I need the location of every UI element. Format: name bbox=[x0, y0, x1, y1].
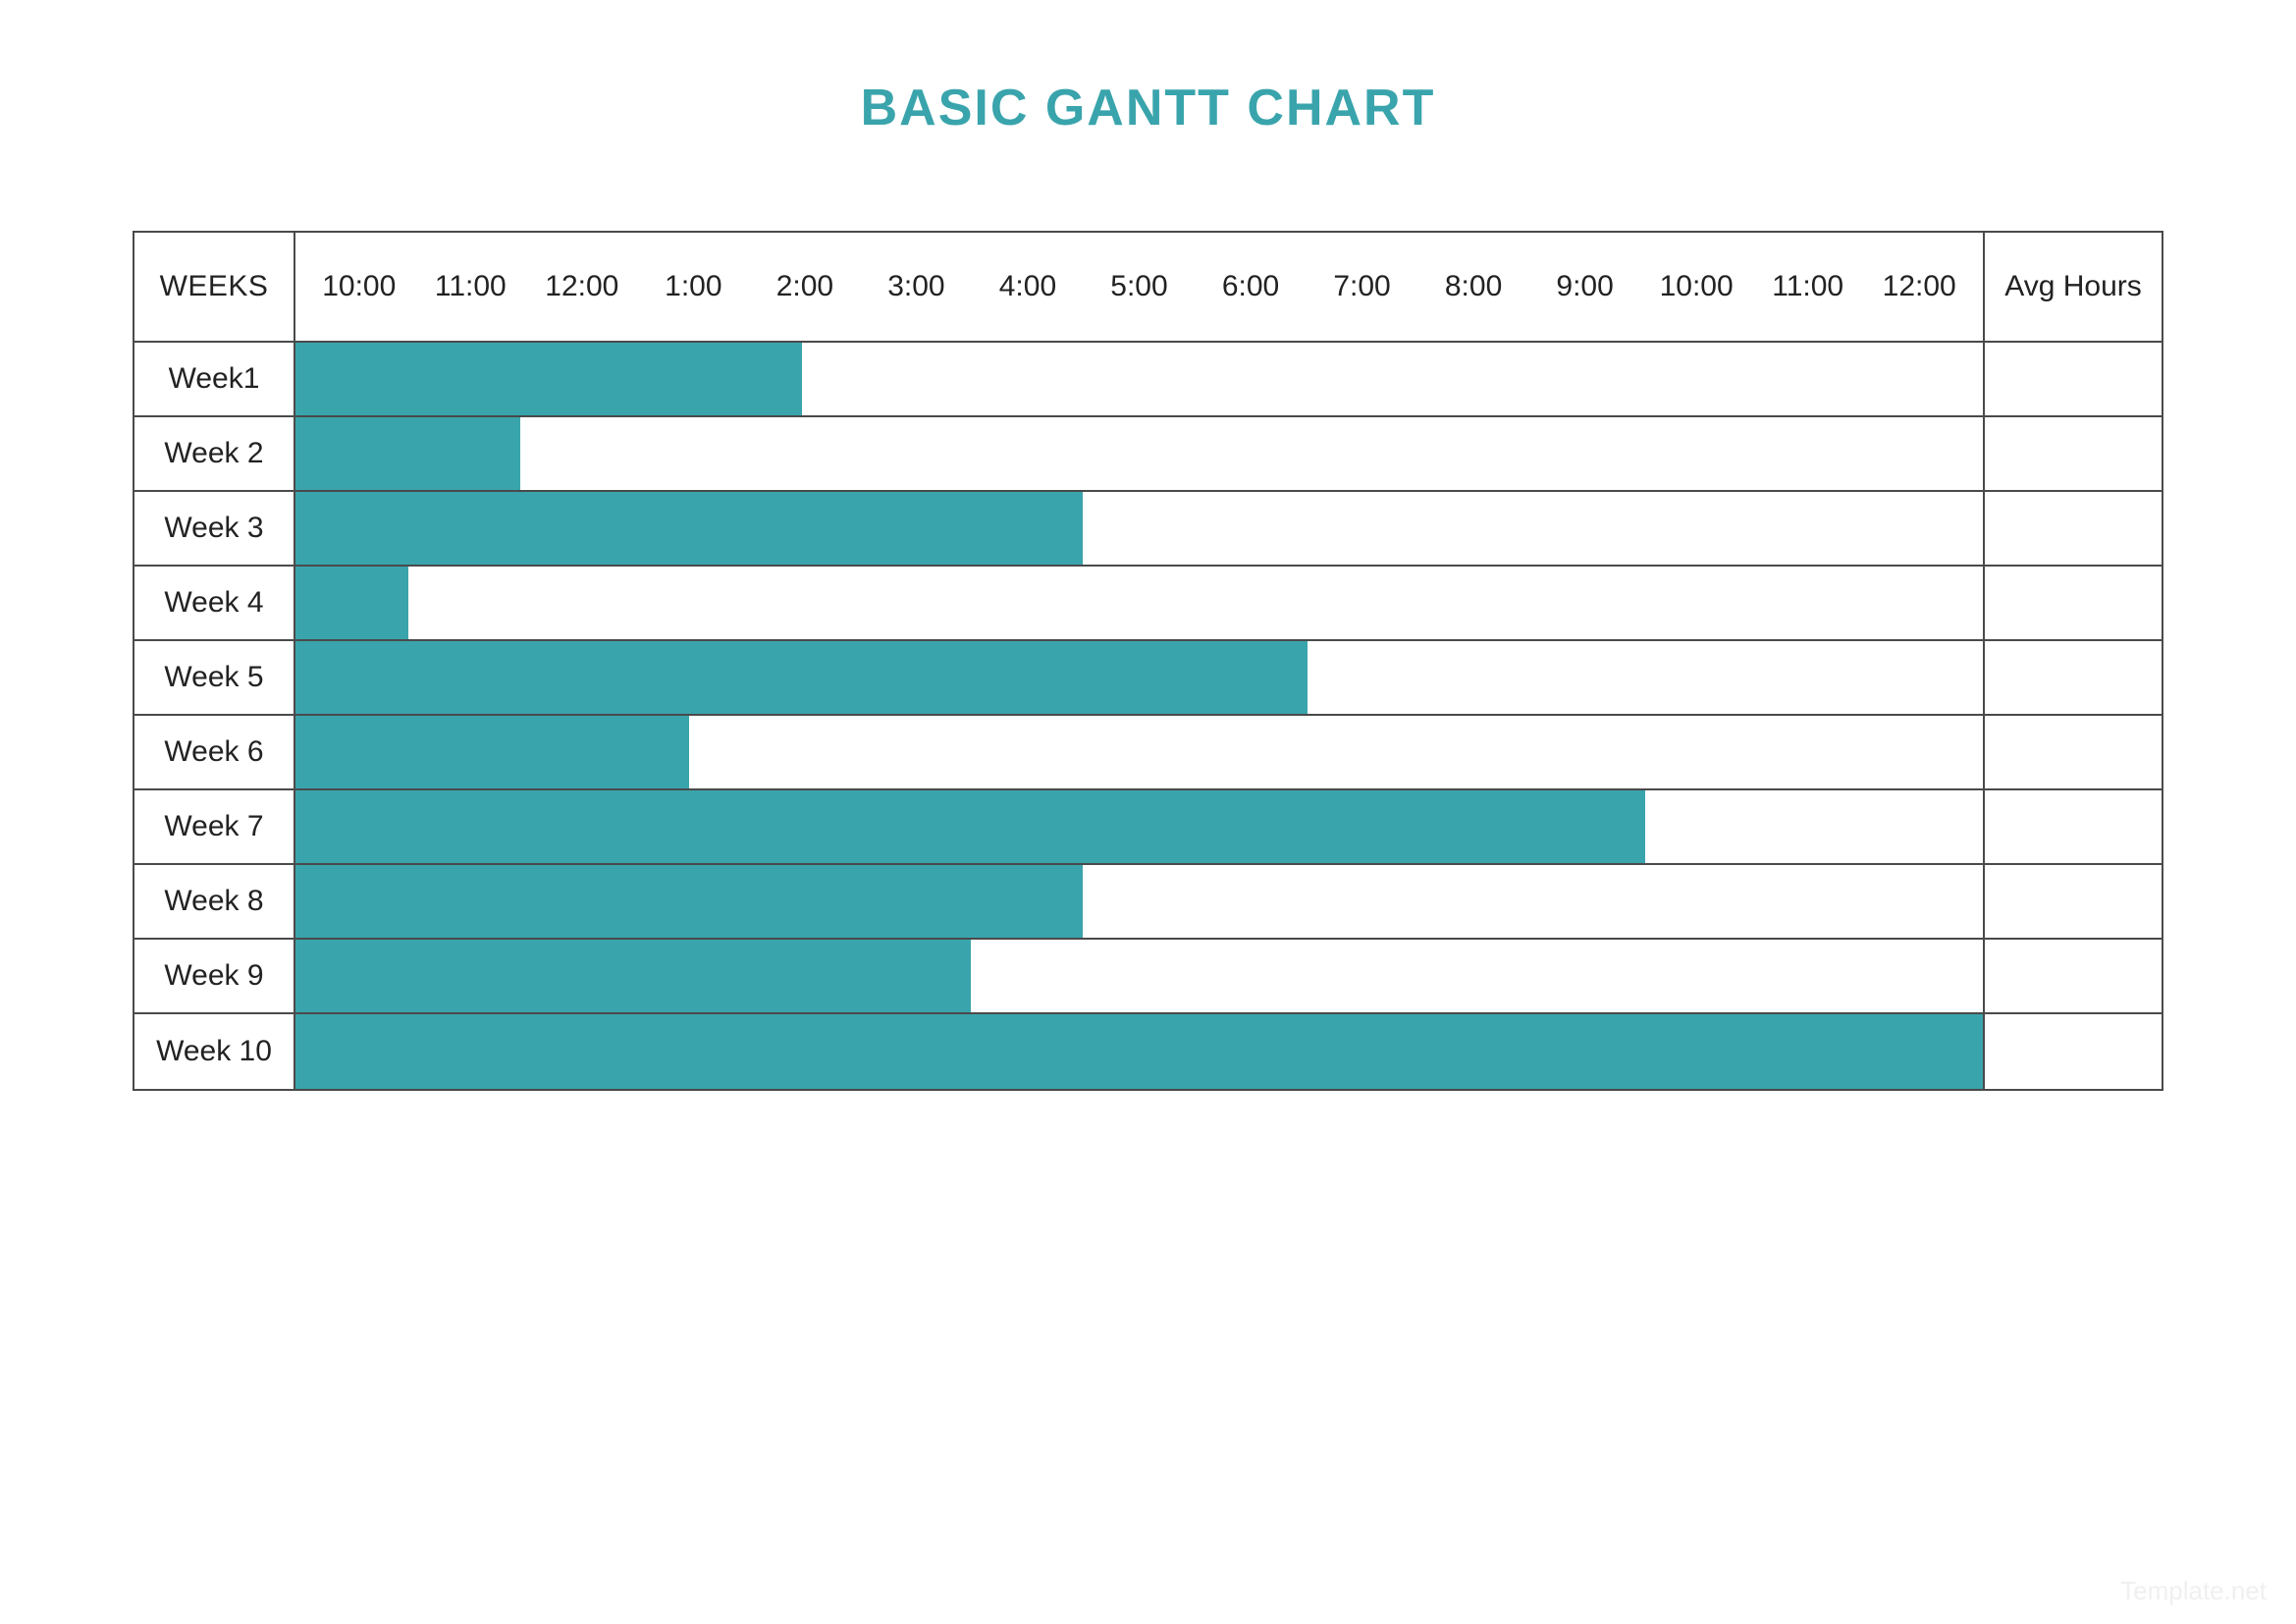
bar-track bbox=[295, 790, 1985, 863]
week-label: Week 5 bbox=[134, 641, 295, 714]
gantt-row: Week 3 bbox=[134, 492, 2162, 567]
time-tick: 7:00 bbox=[1307, 270, 1418, 303]
bar-track bbox=[295, 865, 1985, 938]
time-tick: 1:00 bbox=[638, 270, 750, 303]
avg-hours-cell bbox=[1985, 865, 2162, 938]
bar-track bbox=[295, 641, 1985, 714]
gantt-bar bbox=[295, 492, 1083, 565]
time-tick: 2:00 bbox=[749, 270, 861, 303]
avg-hours-cell bbox=[1985, 492, 2162, 565]
gantt-bar bbox=[295, 343, 802, 415]
weeks-header: WEEKS bbox=[134, 233, 295, 341]
week-label: Week 2 bbox=[134, 417, 295, 490]
bar-track bbox=[295, 492, 1985, 565]
bar-track bbox=[295, 343, 1985, 415]
gantt-bar bbox=[295, 865, 1083, 938]
avg-hours-cell bbox=[1985, 417, 2162, 490]
week-label: Week 3 bbox=[134, 492, 295, 565]
week-label: Week 10 bbox=[134, 1014, 295, 1089]
gantt-row: Week 10 bbox=[134, 1014, 2162, 1089]
gantt-bar bbox=[295, 1014, 1983, 1089]
gantt-bar bbox=[295, 641, 1308, 714]
time-tick: 8:00 bbox=[1417, 270, 1529, 303]
bar-track bbox=[295, 1014, 1985, 1089]
week-label: Week 8 bbox=[134, 865, 295, 938]
week-label: Week1 bbox=[134, 343, 295, 415]
gantt-bar bbox=[295, 940, 971, 1012]
time-axis: 10:0011:0012:001:002:003:004:005:006:007… bbox=[295, 233, 1985, 341]
avg-hours-cell bbox=[1985, 1014, 2162, 1089]
gantt-row: Week 8 bbox=[134, 865, 2162, 940]
gantt-row: Week1 bbox=[134, 343, 2162, 417]
bar-track bbox=[295, 716, 1985, 788]
week-label: Week 7 bbox=[134, 790, 295, 863]
time-tick: 12:00 bbox=[1863, 270, 1975, 303]
time-tick: 5:00 bbox=[1084, 270, 1196, 303]
gantt-row: Week 7 bbox=[134, 790, 2162, 865]
time-tick: 12:00 bbox=[526, 270, 638, 303]
avg-hours-cell bbox=[1985, 641, 2162, 714]
week-label: Week 6 bbox=[134, 716, 295, 788]
gantt-bar bbox=[295, 790, 1645, 863]
gantt-row: Week 4 bbox=[134, 567, 2162, 641]
gantt-chart: WEEKS 10:0011:0012:001:002:003:004:005:0… bbox=[133, 231, 2163, 1091]
week-label: Week 9 bbox=[134, 940, 295, 1012]
bar-track bbox=[295, 940, 1985, 1012]
time-tick: 9:00 bbox=[1529, 270, 1641, 303]
gantt-bar bbox=[295, 567, 408, 639]
header-row: WEEKS 10:0011:0012:001:002:003:004:005:0… bbox=[134, 233, 2162, 343]
gantt-row: Week 9 bbox=[134, 940, 2162, 1014]
avg-hours-header: Avg Hours bbox=[1985, 233, 2162, 341]
avg-hours-cell bbox=[1985, 567, 2162, 639]
bar-track bbox=[295, 417, 1985, 490]
chart-title: BASIC GANTT CHART bbox=[133, 79, 2163, 137]
week-label: Week 4 bbox=[134, 567, 295, 639]
avg-hours-cell bbox=[1985, 343, 2162, 415]
avg-hours-cell bbox=[1985, 716, 2162, 788]
gantt-row: Week 2 bbox=[134, 417, 2162, 492]
time-tick: 11:00 bbox=[415, 270, 527, 303]
time-tick: 10:00 bbox=[303, 270, 415, 303]
watermark: Template.net bbox=[2120, 1576, 2267, 1606]
avg-hours-cell bbox=[1985, 790, 2162, 863]
gantt-bar bbox=[295, 417, 520, 490]
avg-hours-cell bbox=[1985, 940, 2162, 1012]
time-tick: 4:00 bbox=[972, 270, 1084, 303]
time-tick: 10:00 bbox=[1640, 270, 1752, 303]
gantt-bar bbox=[295, 716, 689, 788]
time-tick: 3:00 bbox=[861, 270, 973, 303]
gantt-row: Week 6 bbox=[134, 716, 2162, 790]
time-tick: 11:00 bbox=[1752, 270, 1864, 303]
bar-track bbox=[295, 567, 1985, 639]
time-tick: 6:00 bbox=[1195, 270, 1307, 303]
gantt-row: Week 5 bbox=[134, 641, 2162, 716]
